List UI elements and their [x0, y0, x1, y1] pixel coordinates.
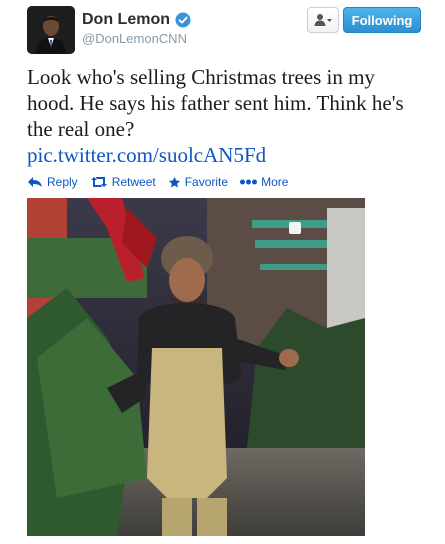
verified-badge-icon — [175, 12, 191, 28]
reply-label[interactable]: Reply — [47, 175, 78, 189]
tweet-text: Look who's selling Christmas trees in my… — [27, 64, 427, 168]
tweet-photo-image — [27, 198, 365, 536]
more-button[interactable]: More — [240, 175, 288, 189]
tweet-header: Don Lemon @DonLemonCNN Following — [0, 0, 445, 60]
retweet-label[interactable]: Retweet — [112, 175, 156, 189]
tweet-media-link[interactable]: pic.twitter.com/suolcAN5Fd — [27, 143, 266, 167]
avatar[interactable] — [27, 6, 75, 54]
favorite-button[interactable]: Favorite — [168, 175, 228, 189]
display-name-text[interactable]: Don Lemon — [82, 11, 170, 29]
tweet-body: Look who's selling Christmas trees in my… — [27, 65, 404, 141]
favorite-label[interactable]: Favorite — [185, 175, 228, 189]
reply-button[interactable]: Reply — [27, 175, 78, 189]
tweet-photo[interactable] — [27, 198, 365, 536]
retweet-icon — [90, 177, 107, 187]
reply-icon — [28, 177, 42, 187]
more-label[interactable]: More — [261, 175, 288, 189]
display-name[interactable]: Don Lemon — [82, 11, 191, 29]
user-handle[interactable]: @DonLemonCNN — [82, 31, 187, 46]
tweet-actions: Reply Retweet Favorite More — [27, 172, 300, 192]
favorite-star-icon — [168, 176, 180, 188]
following-button[interactable]: Following — [343, 7, 421, 33]
more-dots-icon — [240, 179, 258, 185]
retweet-button[interactable]: Retweet — [90, 175, 156, 189]
user-dropdown-icon — [314, 14, 332, 26]
user-actions-dropdown[interactable] — [307, 7, 339, 33]
